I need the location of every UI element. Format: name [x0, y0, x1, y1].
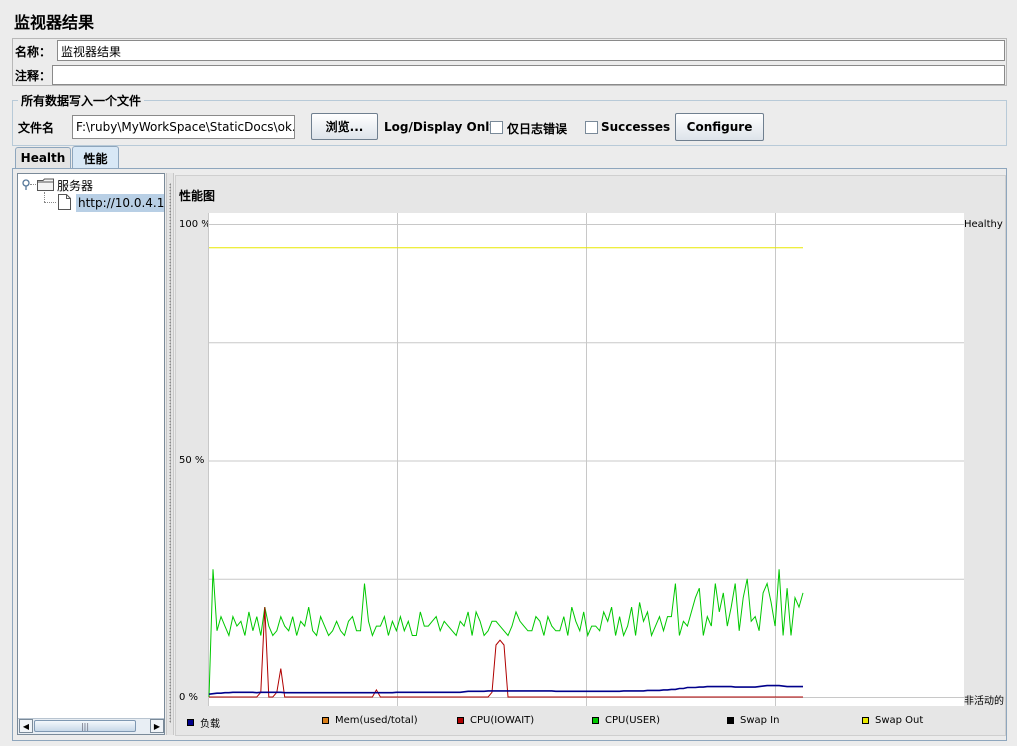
filename-label: 文件名 [18, 121, 55, 135]
tab-health[interactable]: Health [15, 147, 71, 168]
legend-label-load: 负载 [200, 719, 220, 730]
successes-checkbox[interactable] [585, 121, 598, 134]
scroll-right-button[interactable]: ▶ [150, 719, 164, 733]
successes-label: Successes [601, 120, 671, 134]
configure-button[interactable]: Configure [675, 113, 764, 141]
scroll-left-button[interactable]: ◀ [19, 719, 33, 733]
comment-input[interactable] [52, 65, 1005, 85]
server-tree [17, 173, 165, 735]
scroll-thumb[interactable]: ||| [34, 720, 136, 732]
tree-item-server[interactable]: http://10.0.4.144 [76, 194, 164, 212]
errors-only-checkbox[interactable] [490, 121, 503, 134]
log-display-label: Log/Display Only: [384, 120, 502, 134]
legend-label-swap-out: Swap Out [875, 715, 924, 726]
name-label: 名称： [15, 45, 52, 59]
legend-swatch-mem [322, 717, 329, 724]
legend-swatch-swap-in [727, 717, 734, 724]
page-title: 监视器结果 [14, 13, 95, 32]
filename-input[interactable]: F:\ruby\MyWorkSpace\StaticDocs\ok.xml [72, 115, 295, 139]
healthy-label: Healthy [964, 219, 1003, 230]
folder-icon [37, 178, 54, 194]
tab-performance[interactable]: 性能 [72, 146, 119, 169]
legend-label-cpu-user: CPU(USER) [605, 715, 661, 726]
split-pane-divider[interactable] [166, 173, 174, 735]
legend-swap-in: Swap In [727, 715, 779, 726]
y-tick-50: 50 % [179, 455, 205, 466]
name-input[interactable]: 监视器结果 [57, 40, 1005, 61]
chart-title: 性能图 [179, 189, 216, 203]
legend-mem: Mem(used/total) [322, 715, 418, 726]
file-section-legend: 所有数据写入一个文件 [18, 92, 145, 109]
legend-label-swap-in: Swap In [740, 715, 780, 726]
document-icon [58, 194, 71, 213]
performance-chart [208, 213, 964, 706]
y-tick-0: 0 % [179, 692, 199, 703]
tree-root-label[interactable]: 服务器 [57, 177, 93, 194]
comment-label: 注释： [15, 69, 52, 83]
legend-swatch-load [187, 719, 194, 726]
browse-button[interactable]: 浏览... [311, 113, 378, 140]
y-tick-100: 100 % [179, 219, 211, 230]
legend-iowait: CPU(IOWAIT) [457, 715, 534, 726]
legend-label-mem: Mem(used/total) [335, 715, 418, 726]
inactive-label: 非活动的 [964, 696, 1004, 707]
legend-cpu-user: CPU(USER) [592, 715, 660, 726]
legend-swatch-swap-out [862, 717, 869, 724]
legend-load: 负载 [187, 715, 220, 730]
legend-label-iowait: CPU(IOWAIT) [470, 715, 535, 726]
legend-swatch-cpu-user [592, 717, 599, 724]
legend-swap-out: Swap Out [862, 715, 923, 726]
tree-connector-child [44, 202, 56, 203]
legend-swatch-iowait [457, 717, 464, 724]
errors-only-label: 仅日志错误 [507, 122, 568, 136]
tree-connector-vertical [44, 192, 45, 202]
